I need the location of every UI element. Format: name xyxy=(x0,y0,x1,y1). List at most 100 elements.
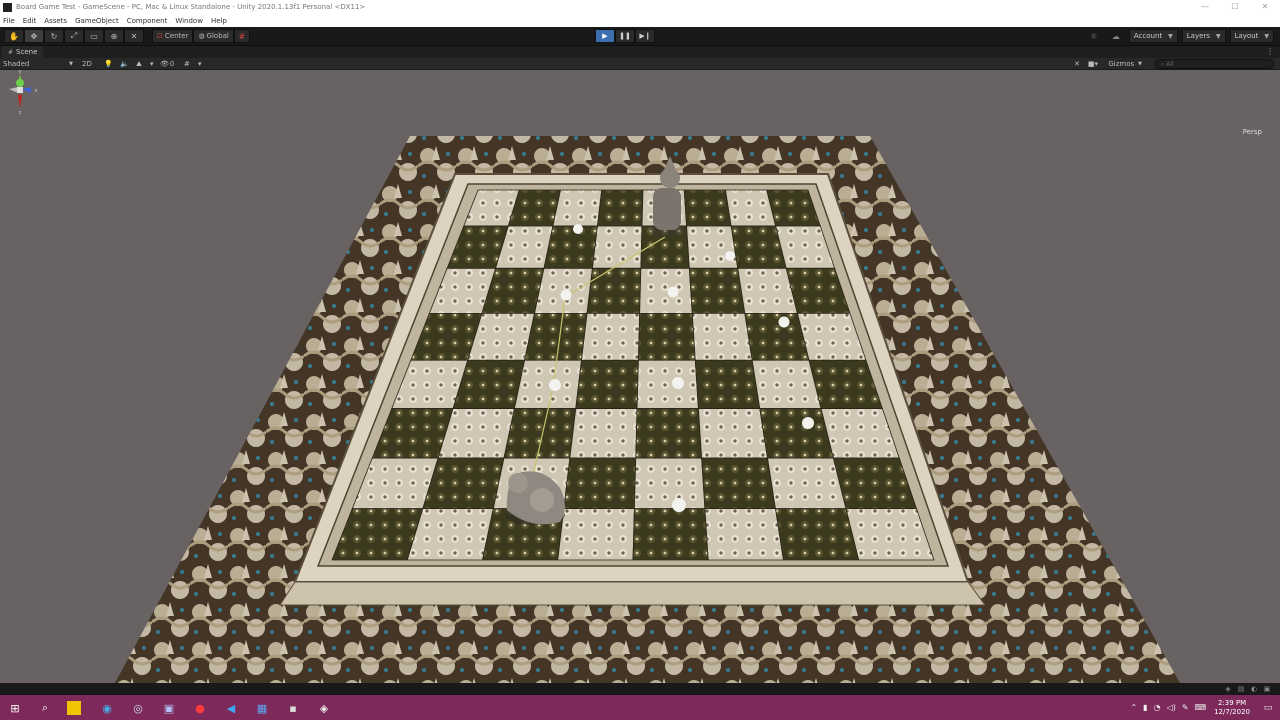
close-button[interactable]: ✕ xyxy=(1250,0,1280,14)
menu-help[interactable]: Help xyxy=(211,17,227,25)
board-square xyxy=(581,312,641,361)
discord-icon[interactable]: ▣ xyxy=(160,699,178,717)
effects-icon[interactable]: ⛰ xyxy=(136,58,142,70)
windows-taskbar: ⊞ ⌕ ◉ ◎ ▣ ● ◀ ▦ ▪ ◈ ⌃ ▮ ◔ ◁) ✎ ⌨ 2:39 PM… xyxy=(0,695,1280,720)
minimize-button[interactable]: — xyxy=(1190,0,1220,14)
microphone-icon[interactable]: ▮ xyxy=(1143,703,1147,712)
pen-icon[interactable]: ✎ xyxy=(1182,703,1189,712)
board-render xyxy=(115,136,1180,683)
play-button[interactable]: ▶ xyxy=(595,29,615,43)
pause-button[interactable]: ❚❚ xyxy=(615,29,635,43)
board-square xyxy=(704,508,784,561)
marker-ball xyxy=(573,224,583,234)
progress-icon[interactable]: ◐ xyxy=(1249,684,1259,694)
scene-viewport[interactable]: y x z Persp xyxy=(0,70,1280,683)
hidden-objects-icon[interactable]: 👁 0 xyxy=(160,58,174,70)
2d-toggle[interactable]: 2D xyxy=(82,58,92,70)
board-square xyxy=(639,267,693,314)
orientation-gizmo[interactable]: y x z xyxy=(0,70,40,134)
edge-icon[interactable]: ◉ xyxy=(98,699,116,717)
tab-scene[interactable]: # Scene xyxy=(2,46,44,58)
pivot-mode-button[interactable]: ⊡ Center xyxy=(152,29,194,43)
terminal-icon[interactable]: ▪ xyxy=(284,699,302,717)
account-dropdown[interactable]: Account ▼ xyxy=(1128,29,1178,43)
account-label: Account xyxy=(1133,32,1163,40)
projection-label[interactable]: Persp xyxy=(1243,128,1262,136)
2d-label: 2D xyxy=(82,60,92,68)
volume-icon[interactable]: ◁) xyxy=(1167,703,1176,712)
tab-scene-label: Scene xyxy=(16,48,38,56)
layers-dropdown[interactable]: Layers ▼ xyxy=(1181,29,1226,43)
menu-component[interactable]: Component xyxy=(127,17,168,25)
menu-edit[interactable]: Edit xyxy=(23,17,37,25)
board-square xyxy=(591,225,643,269)
move-tool-icon[interactable]: ✥ xyxy=(24,29,44,43)
steam-icon[interactable]: ◎ xyxy=(129,699,147,717)
draw-mode-dropdown[interactable]: Shaded ▼ xyxy=(3,58,73,70)
board-square xyxy=(524,312,588,361)
window-titlebar: Board Game Test - GameScene - PC, Mac & … xyxy=(0,0,1280,14)
hand-tool-icon[interactable]: ✋ xyxy=(4,29,24,43)
file-explorer-icon[interactable] xyxy=(67,701,81,715)
keyboard-icon[interactable]: ⌨ xyxy=(1195,703,1207,712)
marker-ball xyxy=(725,251,735,261)
auto-generate-lighting-icon[interactable]: ◈ xyxy=(1223,684,1233,694)
network-icon[interactable]: ◔ xyxy=(1154,703,1161,712)
taskbar-clock[interactable]: 2:39 PM 12/7/2020 xyxy=(1214,699,1250,717)
board-square xyxy=(552,189,603,227)
custom-tool-icon[interactable]: ✕ xyxy=(124,29,144,43)
cloud-icon[interactable]: ☁ xyxy=(1107,29,1125,43)
menu-assets[interactable]: Assets xyxy=(44,17,67,25)
step-button[interactable]: ▶❙ xyxy=(635,29,655,43)
pivot-mode-label: Center xyxy=(164,32,189,40)
tools-icon[interactable]: ✕ xyxy=(1074,58,1080,70)
audio-icon[interactable]: 🔈 xyxy=(120,58,129,70)
search-icon[interactable]: ⌕ xyxy=(36,699,54,717)
scene-search-input[interactable]: ⌕ All xyxy=(1154,59,1274,69)
transform-tool-icon[interactable]: ⊕ xyxy=(104,29,124,43)
pivot-rotation-button[interactable]: ◍ Global xyxy=(193,29,234,43)
lighting-icon[interactable]: 💡 xyxy=(104,58,113,70)
chevron-down-icon[interactable]: ▾ xyxy=(198,58,202,70)
menu-window[interactable]: Window xyxy=(175,17,203,25)
collab-icon[interactable]: ☼ xyxy=(1085,29,1103,43)
editor-status-bar: ◈ ▤ ◐ ▣ xyxy=(0,683,1280,695)
unity-icon[interactable]: ◈ xyxy=(315,699,333,717)
youtube-music-icon[interactable]: ● xyxy=(191,699,209,717)
marker-ball xyxy=(667,286,679,298)
scene-tab-bar: # Scene ⋮ xyxy=(0,46,1280,58)
tab-menu-icon[interactable]: ⋮ xyxy=(1266,46,1274,58)
window-controls: — ☐ ✕ xyxy=(1190,0,1280,14)
chevron-down-icon: ▼ xyxy=(69,61,73,67)
windows-start-icon[interactable]: ⊞ xyxy=(6,699,24,717)
board-square xyxy=(759,408,834,459)
board-square xyxy=(632,508,709,561)
action-center-icon[interactable]: ▭ xyxy=(1260,700,1276,716)
rect-tool-icon[interactable]: ▭ xyxy=(84,29,104,43)
menu-gameobject[interactable]: GameObject xyxy=(75,17,119,25)
notifications-icon[interactable]: ▣ xyxy=(1262,684,1272,694)
scale-tool-icon[interactable]: ⤢ xyxy=(64,29,84,43)
board-square xyxy=(767,457,847,510)
board-square xyxy=(563,457,637,510)
menu-file[interactable]: File xyxy=(3,17,15,25)
trello-icon[interactable]: ▦ xyxy=(253,699,271,717)
layout-dropdown[interactable]: Layout ▼ xyxy=(1229,29,1274,43)
chevron-up-icon[interactable]: ⌃ xyxy=(1130,703,1137,712)
pivot-controls: ⊡ Center ◍ Global # xyxy=(152,29,250,43)
gizmo-y-label: y xyxy=(19,70,22,75)
gizmos-dropdown[interactable]: Gizmos ▼ xyxy=(1108,58,1142,70)
grid-icon[interactable]: # xyxy=(184,58,190,70)
system-tray: ⌃ ▮ ◔ ◁) ✎ ⌨ 2:39 PM 12/7/2020 ▭ xyxy=(1130,695,1280,720)
chevron-down-icon[interactable]: ▾ xyxy=(150,58,154,70)
search-placeholder: All xyxy=(1166,61,1174,68)
vscode-icon[interactable]: ◀ xyxy=(222,699,240,717)
board-square xyxy=(637,312,696,361)
chevron-down-icon: ▼ xyxy=(1168,32,1173,40)
draw-mode-label: Shaded xyxy=(3,60,30,68)
camera-icon[interactable]: ■▾ xyxy=(1088,58,1098,70)
maximize-button[interactable]: ☐ xyxy=(1220,0,1250,14)
console-icon[interactable]: ▤ xyxy=(1236,684,1246,694)
rotate-tool-icon[interactable]: ↻ xyxy=(44,29,64,43)
grid-snap-icon[interactable]: # xyxy=(233,29,250,43)
